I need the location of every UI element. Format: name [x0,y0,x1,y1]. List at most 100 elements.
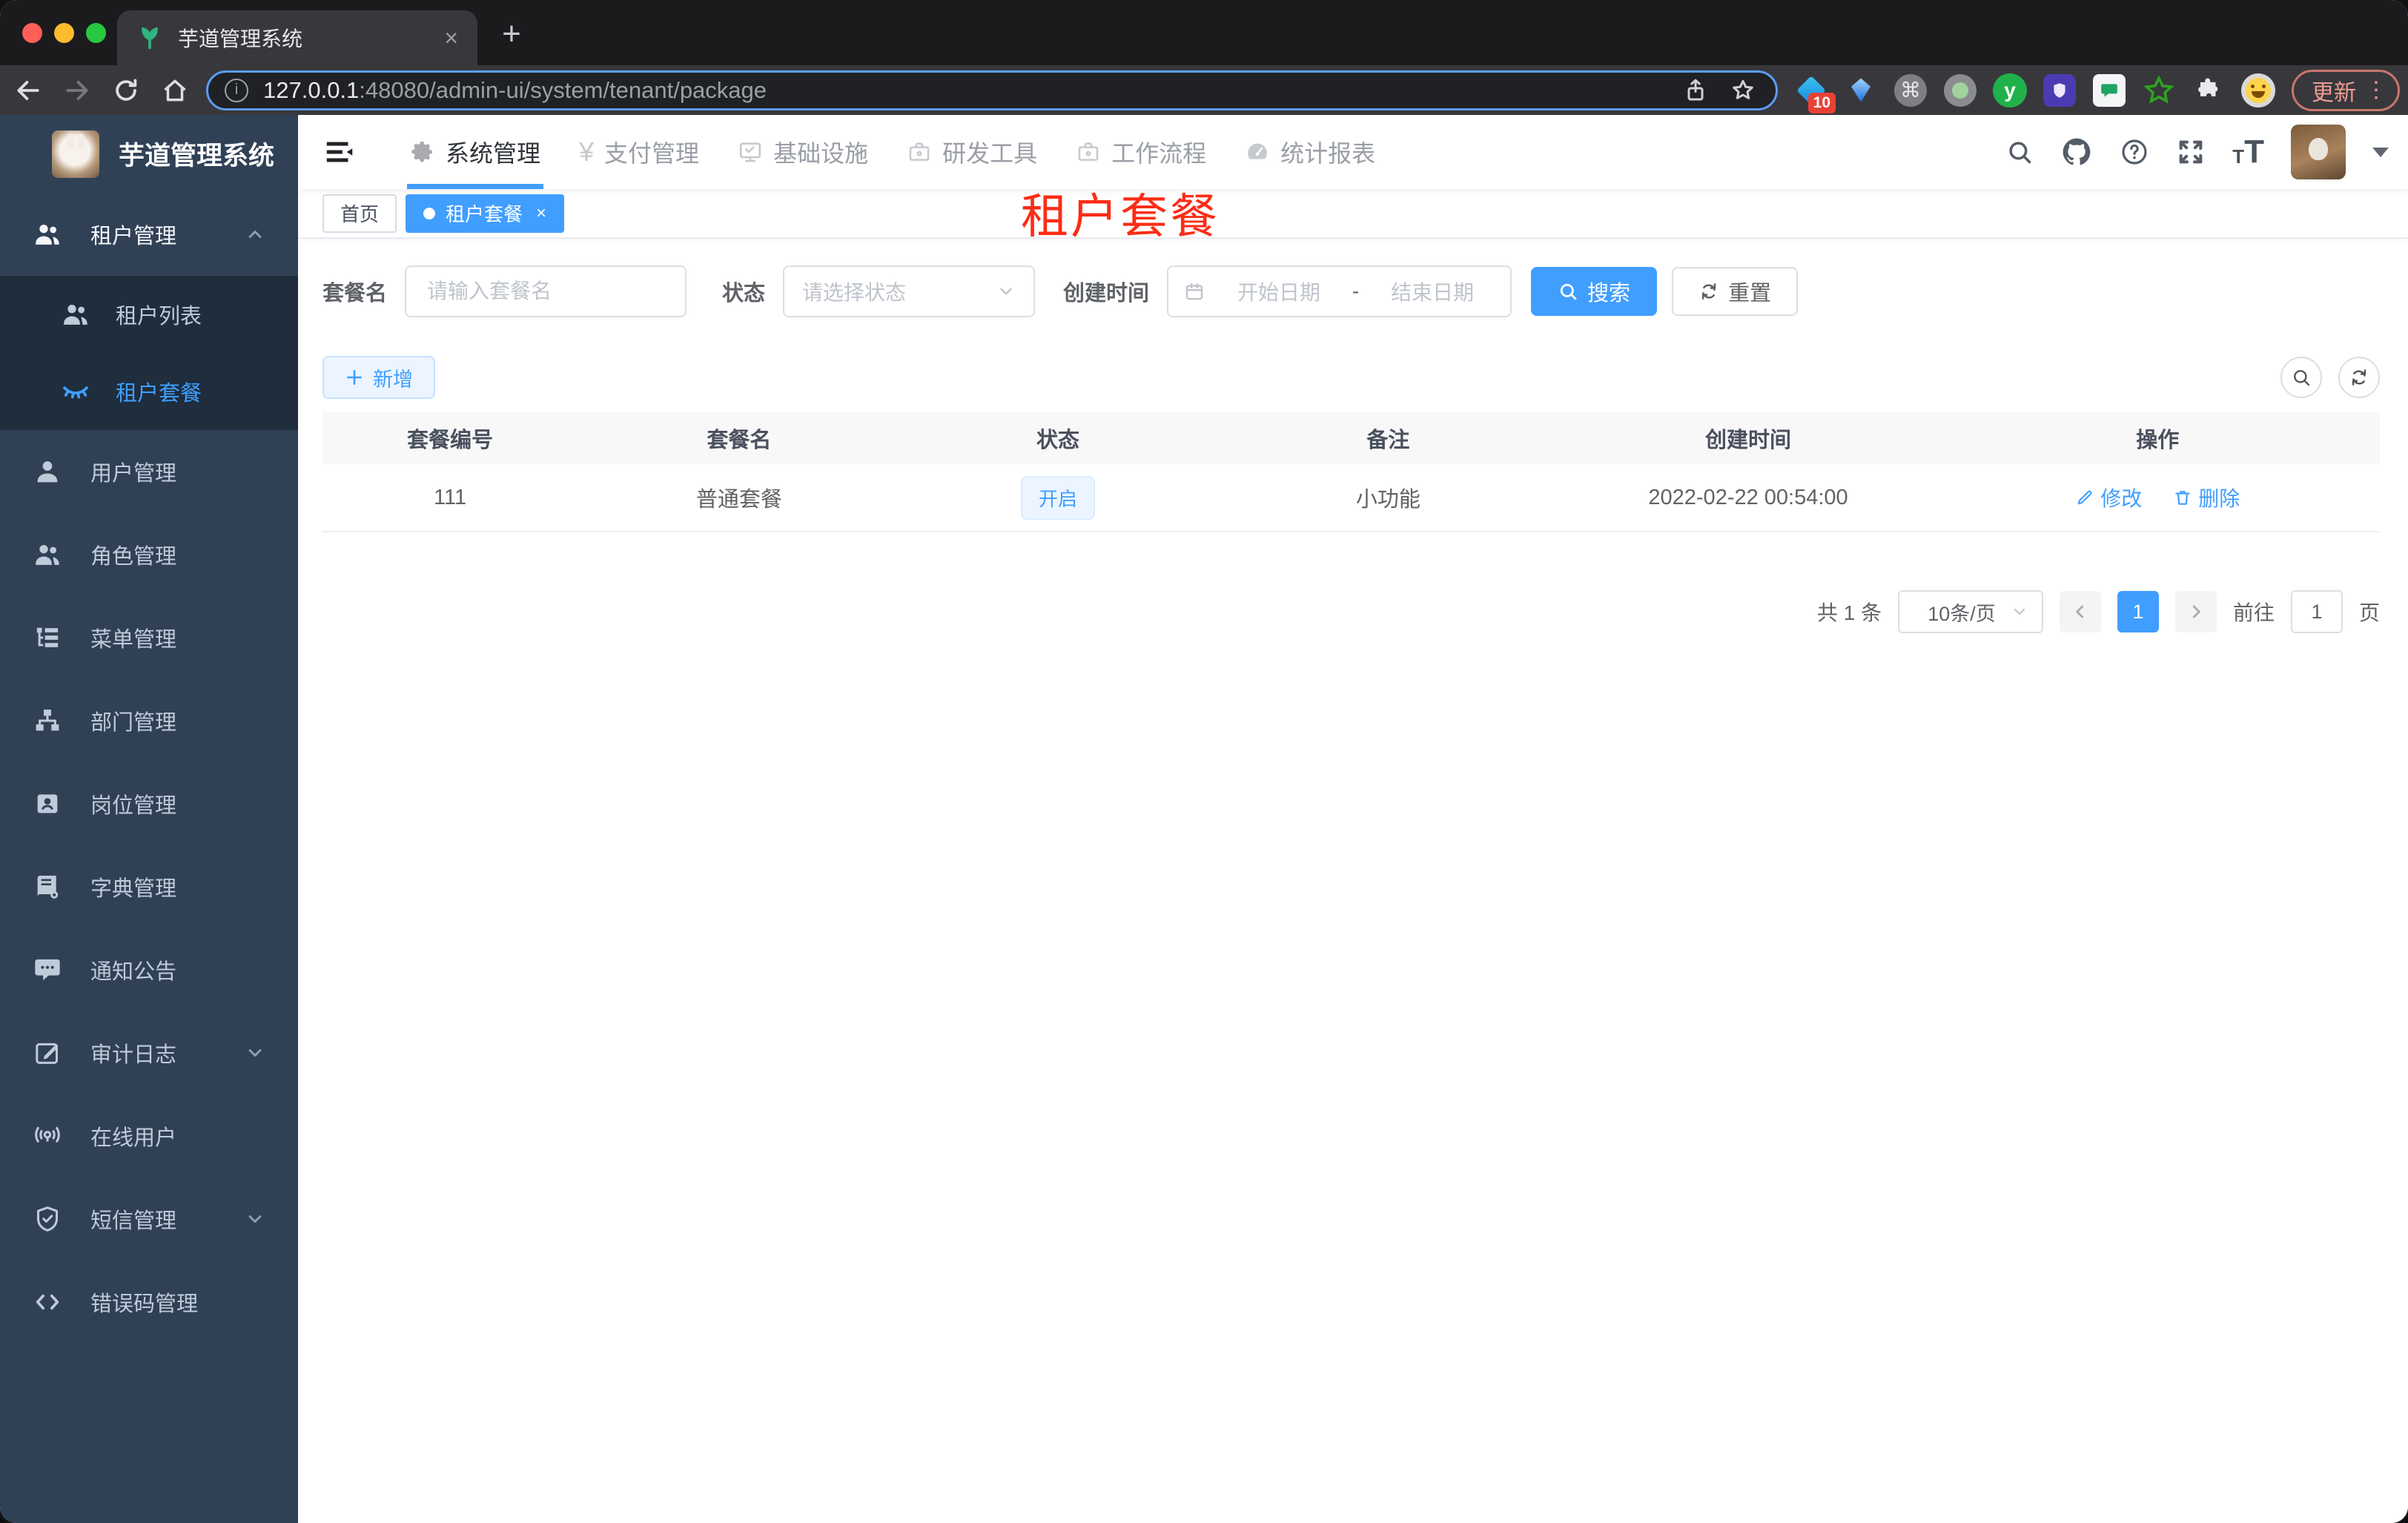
sidebar-item-label: 租户列表 [116,305,202,328]
font-size-icon[interactable]: TT [2232,136,2264,168]
sidebar-item-error-code[interactable]: 错误码管理 [0,1261,298,1344]
reset-button[interactable]: 重置 [1672,267,1799,316]
edit-link[interactable]: 修改 [2075,483,2142,512]
sidebar-menu: 租户管理 租户列表 租户套餐 用户管理 角色管理 菜单管理 部门管理 岗位管理 … [0,193,298,1344]
tag-tenant-package[interactable]: 租户套餐 × [406,194,565,233]
top-nav-workflow[interactable]: 工作流程 [1056,115,1226,189]
extensions-puzzle-icon[interactable] [2192,73,2226,108]
sidebar-item-tenant-list[interactable]: 租户列表 [0,276,298,353]
zoom-window-button[interactable] [86,23,106,43]
extension-star-icon[interactable] [2142,73,2176,108]
sidebar-item-tenant-package[interactable]: 租户套餐 [0,353,298,430]
top-nav-report[interactable]: 统计报表 [1226,115,1395,189]
sidebar-item-label: 通知公告 [90,960,177,984]
pagination-total: 共 1 条 [1816,601,1882,624]
tag-close-icon[interactable]: × [536,203,546,224]
browser-menu-icon[interactable]: ⋮ [2365,77,2387,103]
url-bar[interactable]: i 127.0.0.1:48080/admin-ui/system/tenant… [206,70,1778,110]
package-name-input[interactable] [405,265,687,317]
dictionary-icon [37,876,59,899]
toggle-search-icon[interactable] [2280,357,2322,398]
extension-gem-icon[interactable] [1844,73,1878,108]
tag-label: 租户套餐 [446,203,523,225]
sidebar-item-online-users[interactable]: 在线用户 [0,1094,298,1177]
url-text[interactable]: 127.0.0.1:48080/admin-ui/system/tenant/p… [263,77,1682,104]
sidebar-item-dept-management[interactable]: 部门管理 [0,679,298,762]
back-icon[interactable] [7,70,49,111]
tree-table-icon [36,627,59,647]
sidebar-item-notice[interactable]: 通知公告 [0,928,298,1011]
top-nav-system[interactable]: 系统管理 [391,115,560,189]
top-nav-pay[interactable]: ¥ 支付管理 [560,115,718,189]
sidebar-item-dict-management[interactable]: 字典管理 [0,845,298,928]
share-icon[interactable] [1682,77,1709,104]
site-info-icon[interactable]: i [225,78,248,102]
package-table: 套餐编号 套餐名 状态 备注 创建时间 操作 111 普通套餐 开启 小功能 2… [322,412,2380,532]
browser-window: 芋道管理系统 × + i 127.0.0.1:48080/admin-ui/sy… [0,0,2408,1523]
help-icon[interactable] [2120,137,2149,167]
page-size-select[interactable]: 10条/页 [1897,590,2043,633]
sidebar-item-tenant-management[interactable]: 租户管理 [0,193,298,276]
home-icon[interactable] [154,70,196,111]
fullscreen-icon[interactable] [2176,137,2206,167]
online-broadcast-icon [35,1126,60,1143]
table-header-row: 套餐编号 套餐名 状态 备注 创建时间 操作 [322,412,2380,464]
delete-link[interactable]: 删除 [2173,483,2240,512]
minimize-window-button[interactable] [54,23,74,43]
browser-tab[interactable]: 芋道管理系统 × [117,10,477,65]
cell-package-name: 普通套餐 [695,488,782,512]
user-avatar[interactable] [2291,125,2346,179]
browser-update-button[interactable]: 更新 ⋮ [2292,69,2400,111]
sidebar-item-sms-management[interactable]: 短信管理 [0,1177,298,1261]
extension-gray-dot-icon[interactable] [1943,73,1977,108]
filter-time-label: 创建时间 [1063,282,1150,305]
trash-icon [2175,490,2191,505]
browser-tabstrip: 芋道管理系统 × + [0,0,2408,65]
forward-icon[interactable] [56,70,98,111]
status-select[interactable]: 请选择状态 [783,265,1036,317]
date-range-picker[interactable]: 开始日期 - 结束日期 [1167,265,1512,317]
extension-command-icon[interactable]: ⌘ [1893,73,1928,108]
search-icon[interactable] [2005,138,2034,166]
col-header-created: 创建时间 [1705,429,1792,452]
top-nav-infra[interactable]: 基础设施 [718,115,887,189]
close-window-button[interactable] [22,23,42,43]
app-logo [52,130,99,178]
extension-badge: 10 [1807,92,1836,113]
sidebar-item-user-management[interactable]: 用户管理 [0,430,298,513]
sidebar-logo-row[interactable]: 芋道管理系统 [0,115,298,193]
add-button[interactable]: 新增 [322,356,435,399]
message-icon [35,959,60,981]
sidebar-item-role-management[interactable]: 角色管理 [0,513,298,596]
cell-package-id: 111 [434,485,467,509]
page-number-current[interactable]: 1 [2117,591,2159,632]
goto-page-input[interactable] [2290,590,2343,633]
tag-home[interactable]: 首页 [322,194,397,233]
gear-icon [411,141,433,162]
collapse-sidebar-icon[interactable] [322,135,357,169]
extension-diamond-icon[interactable]: 10 [1794,73,1836,113]
github-icon[interactable] [2060,136,2093,168]
new-tab-button[interactable]: + [492,18,531,50]
top-nav-devtools[interactable]: 研发工具 [887,115,1056,189]
tab-close-icon[interactable]: × [444,26,458,50]
extension-shield-icon[interactable] [2042,73,2077,108]
refresh-table-icon[interactable] [2338,357,2380,398]
sidebar-item-post-management[interactable]: 岗位管理 [0,762,298,845]
calendar-icon [1185,283,1203,300]
bookmark-star-icon[interactable] [1730,77,1756,104]
add-label: 新增 [373,368,413,391]
extension-y-icon[interactable]: y [1993,73,2027,108]
reload-icon[interactable] [105,70,147,111]
profile-avatar-icon[interactable] [2241,73,2275,108]
extension-chat-icon[interactable] [2092,73,2126,108]
user-menu-caret-icon[interactable] [2372,147,2389,157]
sidebar-item-audit-log[interactable]: 审计日志 [0,1011,298,1094]
cell-created-time: 2022-02-22 00:54:00 [1648,485,1848,509]
next-page-icon[interactable] [2174,591,2217,632]
search-button[interactable]: 搜索 [1531,267,1658,316]
code-icon [36,1294,59,1310]
prev-page-icon[interactable] [2059,591,2101,632]
sidebar-item-menu-management[interactable]: 菜单管理 [0,596,298,679]
end-date-placeholder: 结束日期 [1391,281,1475,304]
